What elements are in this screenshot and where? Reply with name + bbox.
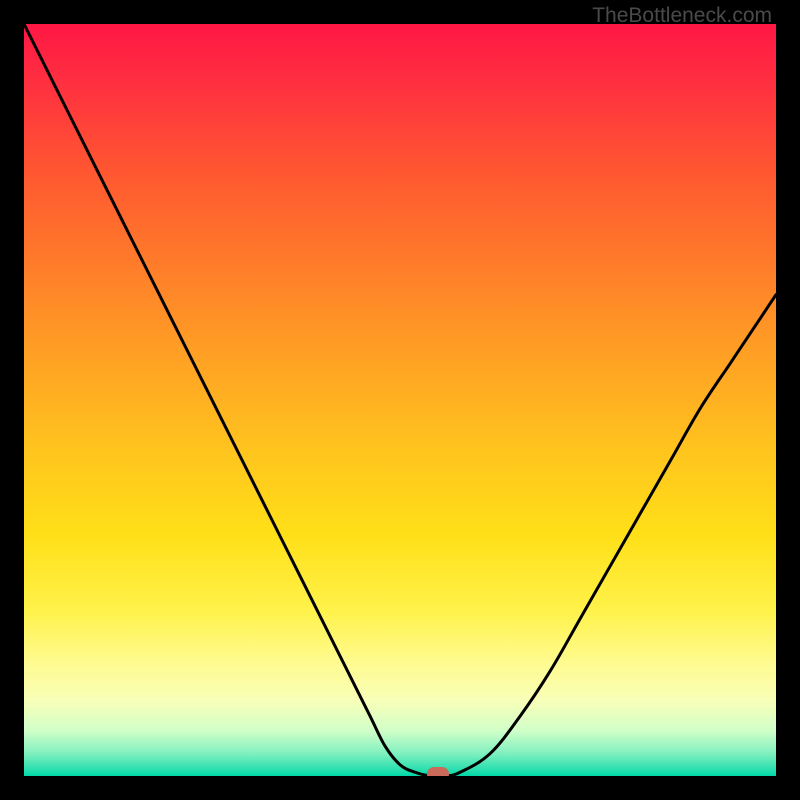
watermark-text: TheBottleneck.com [592,4,772,28]
plot-area [24,24,776,776]
chart-container: TheBottleneck.com [0,0,800,800]
bottleneck-marker [427,767,449,776]
bottleneck-curve [24,24,776,776]
